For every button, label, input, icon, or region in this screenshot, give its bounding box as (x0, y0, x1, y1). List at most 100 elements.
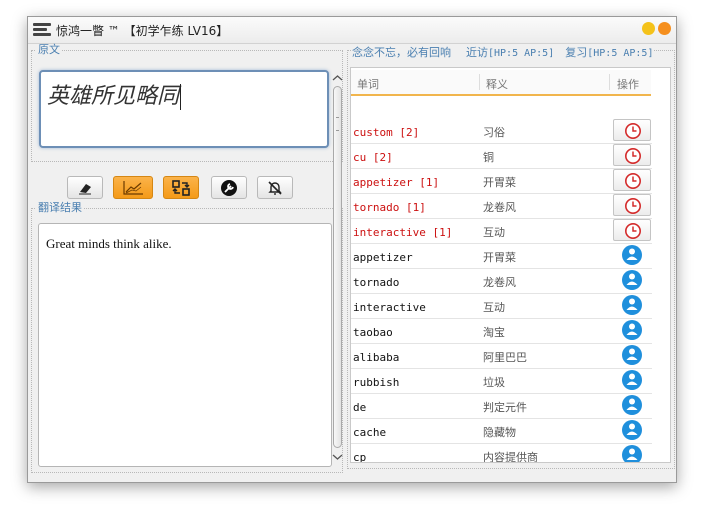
table-row[interactable]: tornado [1] 龙卷风 (351, 193, 652, 219)
title-bar[interactable]: 惊鸿一瞥 ™ 【初学乍练 LV16】 (28, 17, 676, 44)
table-row[interactable]: interactive 互动 (351, 293, 652, 319)
table-row[interactable]: cache 隐藏物 (351, 418, 652, 444)
table-row[interactable]: taobao 淘宝 (351, 318, 652, 344)
column-header-meaning[interactable]: 释义 (486, 76, 508, 92)
row-meaning: 龙卷风 (483, 276, 516, 289)
app-window: 惊鸿一瞥 ™ 【初学乍练 LV16】 原文 英雄所见略同 翻译结果 Great … (27, 16, 677, 483)
source-input[interactable]: 英雄所见略同 (39, 70, 329, 148)
schedule-review-button[interactable] (613, 169, 651, 191)
clock-icon (625, 123, 641, 139)
row-word: cu [2] (353, 151, 393, 164)
vertical-scrollbar[interactable] (330, 73, 345, 463)
row-action (613, 419, 651, 441)
source-legend: 原文 (38, 43, 60, 56)
table-row[interactable]: custom [2] 习俗 (351, 118, 652, 144)
window-title: 惊鸿一瞥 ™ 【初学乍练 LV16】 (56, 24, 229, 38)
scroll-down-icon[interactable] (330, 452, 345, 462)
clock-icon (625, 198, 641, 214)
brain-icon (622, 445, 642, 462)
row-word: rubbish (353, 376, 400, 389)
row-meaning: 互动 (483, 301, 505, 314)
row-word: tornado [1] (353, 201, 426, 214)
brain-icon (622, 420, 642, 440)
row-word: appetizer (353, 251, 413, 264)
swap-icon (172, 179, 190, 196)
row-action (613, 344, 651, 366)
table-row[interactable]: appetizer 开胃菜 (351, 243, 652, 269)
row-action (613, 394, 651, 416)
word-table: 单词 释义 操作 custom [2] 习俗 cu [2] 铜 appetizer [1… (350, 67, 671, 463)
source-text: 英雄所见略同 (47, 84, 180, 109)
convert-button[interactable] (163, 176, 199, 199)
row-meaning: 淘宝 (483, 326, 505, 339)
table-row[interactable]: tornado 龙卷风 (351, 268, 652, 294)
table-row[interactable]: de 判定元件 (351, 393, 652, 419)
row-word: taobao (353, 326, 393, 339)
row-action (613, 219, 651, 241)
chart-button[interactable] (113, 176, 153, 199)
row-meaning: 开胃菜 (483, 251, 516, 264)
brain-icon (622, 270, 642, 290)
table-row[interactable]: interactive [1] 互动 (351, 218, 652, 244)
row-word: appetizer [1] (353, 176, 440, 189)
table-row[interactable]: alibaba 阿里巴巴 (351, 343, 652, 369)
column-header-action[interactable]: 操作 (617, 76, 639, 92)
row-action (613, 194, 651, 216)
minimize-button[interactable] (642, 22, 655, 35)
row-word: alibaba (353, 351, 400, 364)
scroll-thumb[interactable] (333, 86, 342, 448)
table-row[interactable]: appetizer [1] 开胃菜 (351, 168, 652, 194)
schedule-review-button[interactable] (613, 219, 651, 241)
recent-link[interactable]: 近访 (466, 46, 488, 59)
result-output[interactable]: Great minds think alike. (38, 223, 332, 467)
vocab-legend: 念念不忘，必有回响 近访[HP:5 AP:5] 复习[HP:5 AP:5] (351, 44, 655, 60)
table-row[interactable]: cu [2] 铜 (351, 143, 652, 169)
row-action (613, 144, 651, 166)
brain-icon (622, 370, 642, 390)
review-link[interactable]: 复习 (565, 46, 587, 59)
row-meaning: 隐藏物 (483, 426, 516, 439)
brain-icon (622, 395, 642, 415)
result-text: Great minds think alike. (46, 236, 172, 251)
column-header-word[interactable]: 单词 (357, 76, 379, 92)
row-action (613, 444, 651, 462)
row-meaning: 龙卷风 (483, 201, 516, 214)
result-legend: 翻译结果 (38, 201, 82, 214)
table-row[interactable]: rubbish 垃圾 (351, 368, 652, 394)
row-action (613, 294, 651, 316)
row-meaning: 内容提供商 (483, 451, 538, 463)
table-header: 单词 释义 操作 (351, 70, 651, 96)
clock-icon (625, 173, 641, 189)
row-action (613, 319, 651, 341)
row-action (613, 169, 651, 191)
brain-icon (622, 245, 642, 265)
schedule-review-button[interactable] (613, 144, 651, 166)
line-chart-icon (123, 180, 143, 195)
row-meaning: 阿里巴巴 (483, 351, 527, 364)
recent-stats: [HP:5 AP:5] (488, 48, 555, 59)
tool-button[interactable] (211, 176, 247, 199)
scroll-up-icon[interactable] (330, 73, 345, 83)
wrench-icon (221, 179, 237, 196)
row-word: interactive (353, 301, 426, 314)
row-word: cp (353, 451, 367, 463)
clock-icon (625, 223, 641, 239)
table-row[interactable]: cp 内容提供商 (351, 443, 652, 463)
row-action (613, 269, 651, 291)
schedule-review-button[interactable] (613, 119, 651, 141)
row-word: cache (353, 426, 387, 439)
eraser-button[interactable] (67, 176, 103, 199)
mute-button[interactable] (257, 176, 293, 199)
row-meaning: 互动 (483, 226, 505, 239)
close-button[interactable] (658, 22, 671, 35)
row-word: custom [2] (353, 126, 420, 139)
clock-icon (625, 148, 641, 164)
row-word: interactive [1] (353, 226, 453, 239)
brain-icon (622, 320, 642, 340)
row-meaning: 铜 (483, 151, 494, 164)
review-stats: [HP:5 AP:5] (587, 48, 654, 59)
bell-off-icon (268, 180, 282, 195)
motto-text: 念念不忘，必有回响 (352, 46, 451, 59)
schedule-review-button[interactable] (613, 194, 651, 216)
row-meaning: 判定元件 (483, 401, 527, 414)
